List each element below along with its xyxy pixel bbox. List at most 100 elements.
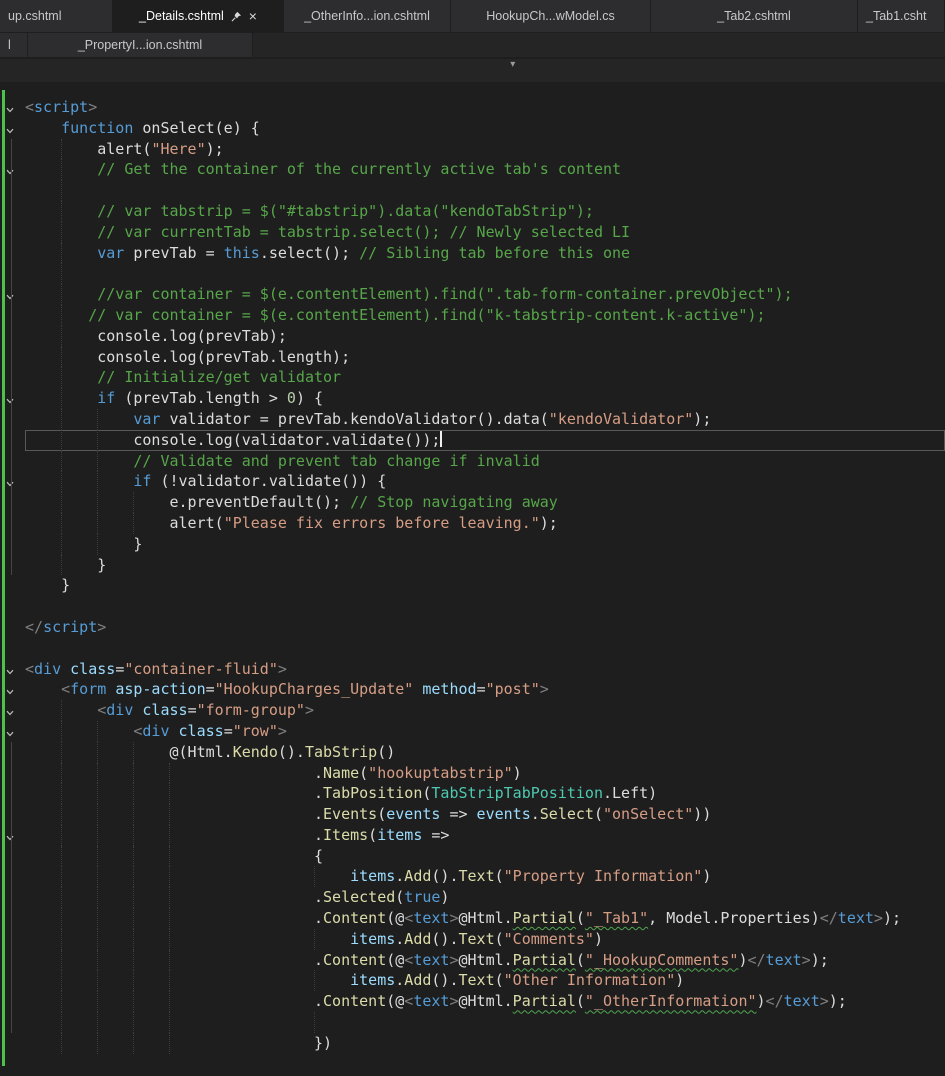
code-line[interactable]: // var container = $(e.contentElement).f… <box>0 304 945 326</box>
tab-l[interactable]: l <box>0 33 28 57</box>
code-line[interactable]: <form asp-action="HookupCharges_Update" … <box>0 679 945 700</box>
code-line[interactable]: } <box>0 533 945 555</box>
fold-chevron-icon[interactable] <box>5 102 15 113</box>
code-line[interactable]: alert("Please fix errors before leaving.… <box>0 512 945 534</box>
code-text: // var container = $(e.contentElement).f… <box>25 304 945 326</box>
fold-chevron-icon[interactable] <box>5 726 15 737</box>
code-line[interactable]: alert("Here"); <box>0 138 945 160</box>
code-line[interactable]: // Get the container of the currently ac… <box>0 159 945 181</box>
code-line[interactable] <box>0 638 945 659</box>
indent-guide <box>97 991 99 1013</box>
code-text: .Content(@<text>@Html.Partial("_HookupCo… <box>25 949 945 971</box>
code-line[interactable]: } <box>0 575 945 596</box>
code-line[interactable] <box>0 1054 945 1075</box>
code-line[interactable]: }) <box>0 1032 945 1054</box>
code-line[interactable]: @(Html.Kendo().TabStrip() <box>0 741 945 763</box>
fold-chevron-icon[interactable] <box>5 830 15 841</box>
fold-chevron-icon[interactable] <box>5 164 15 175</box>
document-tab-bar-row-2: l _PropertyI...ion.cshtml <box>0 32 945 57</box>
indent-guide <box>61 804 63 825</box>
indent-guide <box>97 783 99 805</box>
code-line[interactable]: if (!validator.validate()) { <box>0 471 945 493</box>
fold-gutter <box>0 1012 25 1033</box>
fold-chevron-icon[interactable] <box>5 664 15 674</box>
indent-guide <box>133 887 135 909</box>
code-line[interactable]: <div class="form-group"> <box>0 700 945 721</box>
indent-guide <box>313 866 315 888</box>
code-line[interactable]: // Validate and prevent tab change if in… <box>0 450 945 472</box>
fold-gutter <box>0 617 25 638</box>
indent-guide <box>133 991 135 1013</box>
code-line[interactable]: var prevTab = this.select(); // Sibling … <box>0 242 945 264</box>
code-line[interactable]: items.Add().Text("Other Information") <box>0 970 945 992</box>
code-line[interactable]: .Content(@<text>@Html.Partial("_Tab1", M… <box>0 908 945 929</box>
code-line[interactable]: console.log(prevTab); <box>0 325 945 347</box>
code-line[interactable] <box>0 596 945 617</box>
code-line[interactable]: .Selected(true) <box>0 887 945 909</box>
fold-chevron-icon[interactable] <box>5 684 15 695</box>
code-line[interactable]: if (prevTab.length > 0) { <box>0 388 945 409</box>
code-line[interactable]: console.log(prevTab.length); <box>0 346 945 368</box>
code-line[interactable]: var validator = prevTab.kendoValidator()… <box>0 408 945 430</box>
indent-guide <box>61 159 63 181</box>
indent-guide <box>61 866 63 888</box>
tab-tab1-csht[interactable]: _Tab1.csht <box>858 0 945 32</box>
fold-chevron-icon[interactable] <box>5 705 15 716</box>
indent-guide <box>133 1012 135 1033</box>
code-line[interactable]: items.Add().Text("Comments") <box>0 928 945 950</box>
code-line[interactable]: { <box>0 845 945 867</box>
code-line[interactable]: items.Add().Text("Property Information") <box>0 866 945 888</box>
code-text: } <box>25 554 945 576</box>
code-line[interactable]: } <box>0 554 945 576</box>
code-text: var validator = prevTab.kendoValidator()… <box>25 408 945 430</box>
code-line[interactable]: e.preventDefault(); // Stop navigating a… <box>0 492 945 513</box>
code-line[interactable]: .Events(events => events.Select("onSelec… <box>0 804 945 825</box>
indent-guide <box>97 720 99 742</box>
code-line[interactable]: .Content(@<text>@Html.Partial("_HookupCo… <box>0 949 945 971</box>
tab-otherinfo-ion-cshtml[interactable]: _OtherInfo...ion.cshtml <box>284 0 451 32</box>
code-line[interactable]: .Items(items => <box>0 824 945 846</box>
indent-guide <box>169 783 171 805</box>
tab-up-cshtml[interactable]: up.cshtml <box>0 0 113 32</box>
code-line[interactable]: //var container = $(e.contentElement).fi… <box>0 284 945 305</box>
close-icon[interactable]: × <box>249 9 257 23</box>
tab-tab2-cshtml[interactable]: _Tab2.cshtml <box>651 0 858 32</box>
fold-chevron-icon[interactable] <box>5 289 15 300</box>
code-line[interactable]: <script> <box>0 97 945 118</box>
code-text: if (!validator.validate()) { <box>25 471 945 493</box>
editor-header-strip: ▾ <box>0 57 945 82</box>
indent-guide <box>97 887 99 909</box>
code-line[interactable]: .TabPosition(TabStripTabPosition.Left) <box>0 783 945 805</box>
code-line[interactable]: .Name("hookuptabstrip") <box>0 762 945 784</box>
code-line[interactable]: <div class="row"> <box>0 720 945 742</box>
indent-guide <box>61 242 63 264</box>
fold-chevron-icon[interactable] <box>5 476 15 487</box>
fold-chevron-icon[interactable] <box>5 123 15 134</box>
code-line[interactable] <box>0 1012 945 1033</box>
code-text <box>25 263 945 285</box>
tab-hookupch-wmodel-cs[interactable]: HookupCh...wModel.cs <box>451 0 651 32</box>
tab-label: _Details.cshtml <box>139 9 224 23</box>
code-line[interactable]: <div class="container-fluid"> <box>0 659 945 680</box>
fold-chevron-icon[interactable] <box>5 393 15 404</box>
code-line[interactable]: console.log(validator.validate()); <box>0 429 945 451</box>
code-editor[interactable]: <script> function onSelect(e) { alert("H… <box>0 82 945 1076</box>
code-line[interactable]: // var tabstrip = $("#tabstrip").data("k… <box>0 200 945 222</box>
code-line[interactable]: </script> <box>0 617 945 638</box>
indent-guide <box>61 221 63 243</box>
indent-guide <box>61 783 63 805</box>
code-line[interactable] <box>0 263 945 285</box>
code-line[interactable]: // var currentTab = tabstrip.select(); /… <box>0 221 945 243</box>
code-line[interactable] <box>0 180 945 201</box>
code-line[interactable]: // Initialize/get validator <box>0 367 945 389</box>
indent-guide <box>61 741 63 763</box>
tab-propertyi-ion-cshtml[interactable]: _PropertyI...ion.cshtml <box>28 33 253 57</box>
pin-icon[interactable] <box>231 11 242 22</box>
code-line[interactable]: .Content(@<text>@Html.Partial("_OtherInf… <box>0 991 945 1013</box>
indent-guide <box>61 450 63 472</box>
code-text: console.log(prevTab.length); <box>25 346 945 368</box>
code-line[interactable]: function onSelect(e) { <box>0 118 945 139</box>
tab-details-cshtml[interactable]: _Details.cshtml × <box>113 0 284 32</box>
splitter-chevron-icon[interactable]: ▾ <box>510 60 515 70</box>
code-text: .Content(@<text>@Html.Partial("_Tab1", M… <box>25 908 945 929</box>
